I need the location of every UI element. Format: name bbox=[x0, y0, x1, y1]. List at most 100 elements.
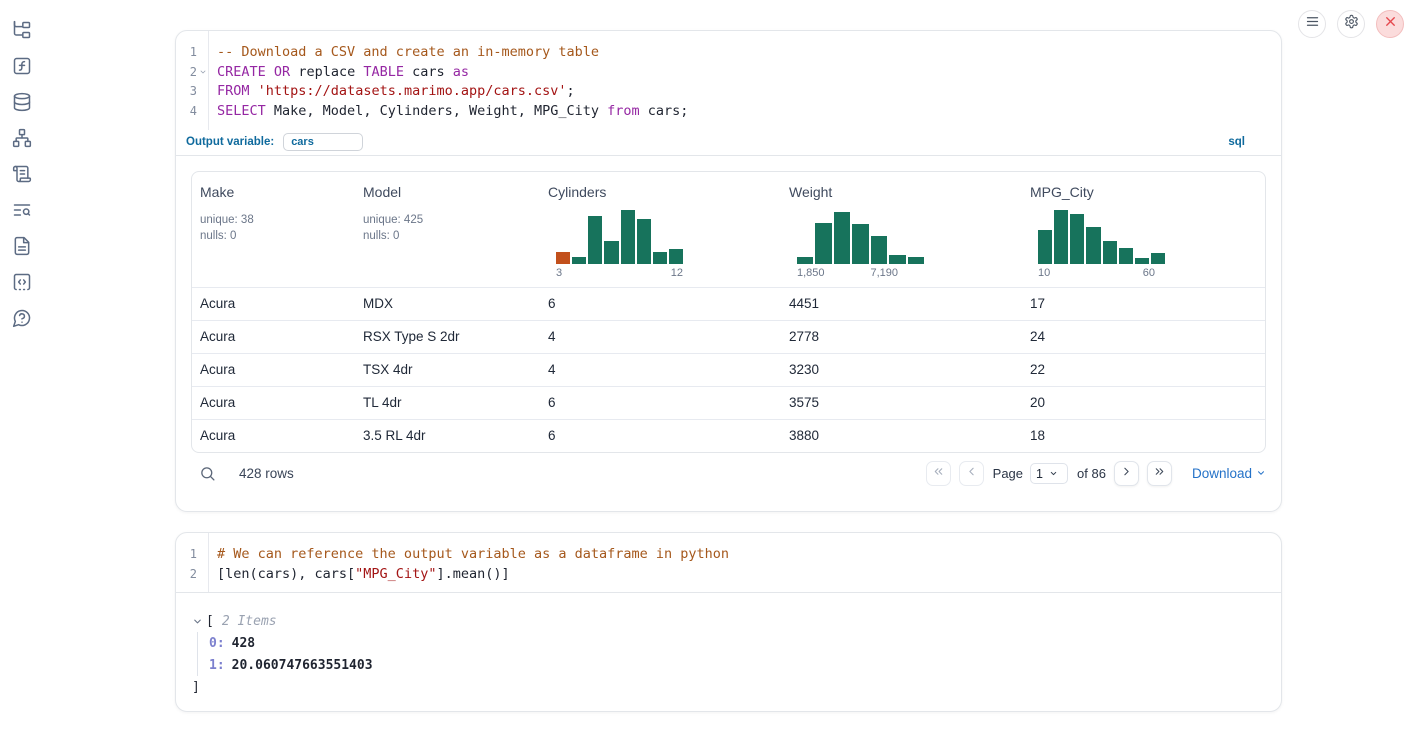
column-stats: unique: 38nulls: 0 bbox=[200, 212, 347, 244]
histogram-bar bbox=[797, 257, 813, 263]
chevrons-right-icon bbox=[1153, 465, 1166, 483]
code-token: "MPG_City" bbox=[355, 566, 436, 582]
histogram-bar bbox=[669, 249, 683, 264]
table-cell: 6 bbox=[540, 288, 781, 320]
sidebar-item-logs[interactable] bbox=[12, 166, 32, 186]
line-number: 2 bbox=[190, 65, 197, 79]
column-header-cylinders[interactable]: Cylinders 3 12 bbox=[540, 172, 781, 287]
table-cell: MDX bbox=[355, 288, 540, 320]
table-cell: 20 bbox=[1022, 387, 1265, 419]
search-icon[interactable] bbox=[199, 465, 216, 482]
histogram-bar bbox=[572, 257, 586, 263]
code-line[interactable]: 1-- Download a CSV and create an in-memo… bbox=[176, 42, 1281, 62]
axis-min-label: 10 bbox=[1038, 267, 1050, 279]
histogram-axis: 10 60 bbox=[1038, 267, 1165, 279]
chevron-down-icon bbox=[1256, 466, 1266, 481]
sidebar-item-file-explorer[interactable] bbox=[12, 22, 32, 42]
table-cell: TSX 4dr bbox=[355, 354, 540, 386]
table-row[interactable]: Acura3.5 RL 4dr6388018 bbox=[192, 419, 1265, 452]
axis-max-label: 7,190 bbox=[870, 267, 898, 279]
last-page-button[interactable] bbox=[1147, 461, 1172, 486]
sidebar-item-tracebacks[interactable] bbox=[12, 202, 32, 222]
table-row[interactable]: AcuraRSX Type S 2dr4277824 bbox=[192, 320, 1265, 353]
chevron-right-icon bbox=[1120, 465, 1133, 483]
column-title: Weight bbox=[789, 184, 1014, 200]
code-line[interactable]: 1# We can reference the output variable … bbox=[176, 544, 1281, 564]
sidebar-item-snippets[interactable] bbox=[12, 274, 32, 294]
sidebar-item-dependency-graph[interactable] bbox=[12, 130, 32, 150]
row-count: 428 rows bbox=[239, 466, 294, 481]
output-variable-label: Output variable: bbox=[186, 136, 274, 148]
code-line[interactable]: 4SELECT Make, Model, Cylinders, Weight, … bbox=[176, 101, 1281, 121]
code-line[interactable]: 3FROM 'https://datasets.marimo.app/cars.… bbox=[176, 81, 1281, 101]
column-header-weight[interactable]: Weight 1,8507,190 bbox=[781, 172, 1022, 287]
column-stat: unique: 38 bbox=[200, 212, 347, 228]
sidebar-item-documentation[interactable] bbox=[12, 238, 32, 258]
histogram-bar bbox=[852, 224, 868, 264]
open-bracket: [ bbox=[206, 614, 214, 629]
table-cell: Acura bbox=[192, 354, 355, 386]
python-cell: 1# We can reference the output variable … bbox=[175, 532, 1282, 712]
output-variable-input[interactable] bbox=[283, 133, 363, 151]
download-button[interactable]: Download bbox=[1192, 466, 1266, 481]
axis-min-label: 3 bbox=[556, 267, 562, 279]
table-row[interactable]: AcuraTL 4dr6357520 bbox=[192, 386, 1265, 419]
code-line[interactable]: 2[len(cars), cars["MPG_City"].mean()] bbox=[176, 564, 1281, 584]
collapse-icon[interactable] bbox=[192, 616, 203, 627]
python-code-editor[interactable]: 1# We can reference the output variable … bbox=[176, 533, 1281, 592]
first-page-button[interactable] bbox=[926, 461, 951, 486]
table-cell: 6 bbox=[540, 387, 781, 419]
code-token bbox=[266, 64, 274, 80]
column-header-mpg_city[interactable]: MPG_City1060 bbox=[1022, 172, 1265, 287]
sidebar-item-datasources[interactable] bbox=[12, 94, 32, 114]
page-label: Page bbox=[993, 466, 1023, 481]
sql-code-editor[interactable]: 1-- Download a CSV and create an in-memo… bbox=[176, 31, 1281, 130]
chevrons-left-icon bbox=[932, 465, 945, 483]
tree-entry: 1:20.060747663551403 bbox=[209, 654, 1265, 676]
table-cell: TL 4dr bbox=[355, 387, 540, 419]
table-header-row: Makeunique: 38nulls: 0Modelunique: 425nu… bbox=[192, 172, 1265, 287]
table-cell: Acura bbox=[192, 420, 355, 452]
histogram-axis: 1,8507,190 bbox=[797, 267, 924, 279]
code-token: TABLE bbox=[363, 64, 404, 80]
column-title: Cylinders bbox=[548, 184, 773, 200]
table-row[interactable]: AcuraTSX 4dr4323022 bbox=[192, 353, 1265, 386]
tree-entry: 0:428 bbox=[209, 632, 1265, 654]
sidebar-item-help[interactable] bbox=[12, 310, 32, 330]
axis-max-label: 60 bbox=[1143, 267, 1155, 279]
sql-cell-output: Makeunique: 38nulls: 0Modelunique: 425nu… bbox=[176, 156, 1281, 508]
prev-page-button[interactable] bbox=[959, 461, 984, 486]
table-cell: 3230 bbox=[781, 354, 1022, 386]
code-token: as bbox=[453, 64, 469, 80]
sql-cell: 1-- Download a CSV and create an in-memo… bbox=[175, 30, 1282, 512]
menu-button[interactable] bbox=[1298, 10, 1326, 38]
language-badge[interactable]: sql bbox=[1228, 136, 1245, 148]
histogram-bar bbox=[621, 210, 635, 264]
page-select[interactable]: 1 bbox=[1030, 463, 1068, 484]
code-token: OR bbox=[274, 64, 290, 80]
logs-icon bbox=[12, 164, 32, 189]
tree-entry-value: 428 bbox=[232, 636, 255, 651]
table-cell: 4 bbox=[540, 321, 781, 353]
code-token: Make, Model, Cylinders, Weight, MPG_City bbox=[266, 103, 607, 119]
axis-max-label: 12 bbox=[671, 267, 683, 279]
datasources-icon bbox=[12, 92, 32, 117]
histogram-bar bbox=[637, 219, 651, 263]
table-cell: 4 bbox=[540, 354, 781, 386]
output-variable-bar: Output variable: sql bbox=[176, 130, 1281, 156]
column-header-model[interactable]: Modelunique: 425nulls: 0 bbox=[355, 172, 540, 287]
table-row[interactable]: AcuraMDX6445117 bbox=[192, 287, 1265, 320]
table-cell: 17 bbox=[1022, 288, 1265, 320]
sidebar-item-variables[interactable] bbox=[12, 58, 32, 78]
code-line[interactable]: 2CREATE OR replace TABLE cars as bbox=[176, 62, 1281, 82]
settings-button[interactable] bbox=[1337, 10, 1365, 38]
code-token: FROM bbox=[217, 83, 250, 99]
page-select-value: 1 bbox=[1036, 467, 1043, 481]
code-token: SELECT bbox=[217, 103, 266, 119]
shutdown-button[interactable] bbox=[1376, 10, 1404, 38]
fold-icon[interactable] bbox=[197, 68, 208, 76]
column-histogram: 10 60 bbox=[1038, 210, 1165, 279]
code-token: ; bbox=[567, 83, 575, 99]
next-page-button[interactable] bbox=[1114, 461, 1139, 486]
column-header-make[interactable]: Makeunique: 38nulls: 0 bbox=[192, 172, 355, 287]
